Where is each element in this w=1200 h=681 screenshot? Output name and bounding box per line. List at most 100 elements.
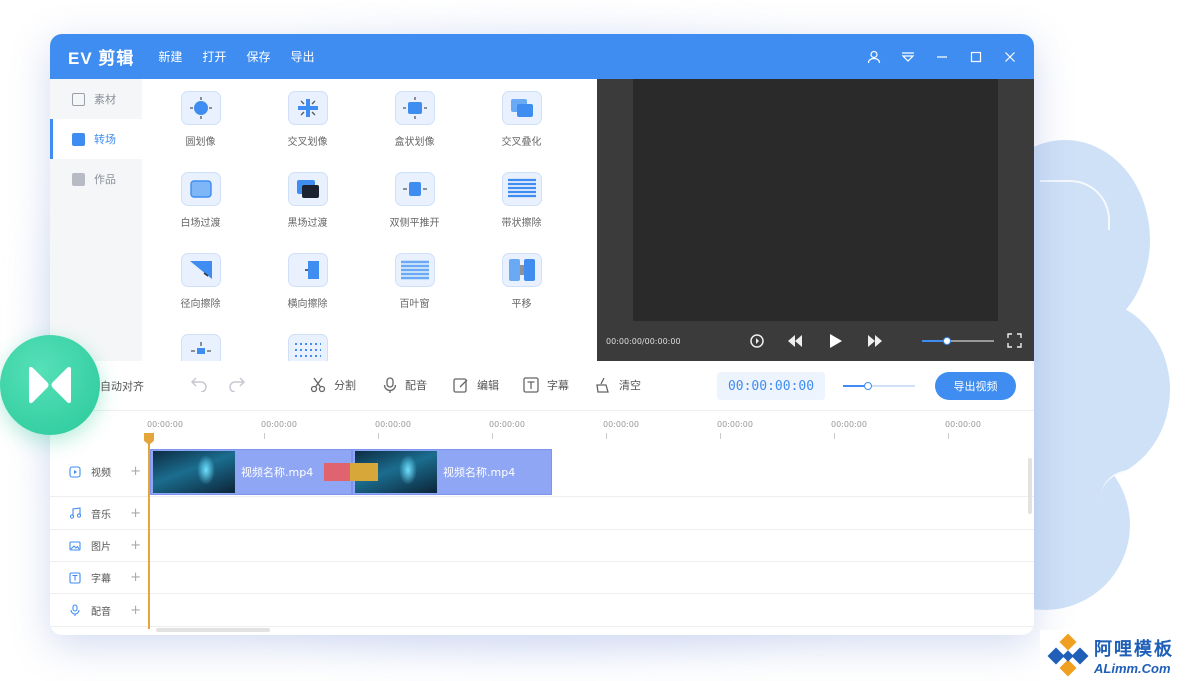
timeline-ruler[interactable]: 00:00:00 00:00:00 00:00:00 00:00:00 00:0… bbox=[145, 411, 1034, 446]
track-video: 视频 + 视频名称.mp4 视频名称.mp4 bbox=[50, 447, 1034, 497]
sidebar-item-label: 素材 bbox=[94, 93, 116, 106]
ruler-label: 00:00:00 bbox=[489, 420, 525, 429]
ruler-tick bbox=[606, 433, 607, 439]
ruler-label: 00:00:00 bbox=[261, 420, 297, 429]
preview-screen bbox=[633, 79, 998, 321]
track-label: 图片 bbox=[91, 542, 111, 553]
music-icon bbox=[69, 507, 81, 519]
transition-pan[interactable]: 平移 bbox=[468, 253, 575, 334]
app-title: EV 剪辑 bbox=[68, 49, 135, 68]
minimize-icon[interactable] bbox=[932, 47, 952, 67]
transition-icon bbox=[72, 132, 85, 146]
ruler-label: 00:00:00 bbox=[717, 420, 753, 429]
transition-cross-wipe[interactable]: 交叉划像 bbox=[254, 91, 361, 172]
dub-button[interactable]: 配音 bbox=[383, 377, 427, 393]
transition-blinds[interactable]: 百叶窗 bbox=[361, 253, 468, 334]
play-icon[interactable] bbox=[829, 333, 843, 349]
transition-marker[interactable] bbox=[350, 463, 378, 481]
track-header: 字幕 + bbox=[50, 570, 145, 585]
volume-slider[interactable] bbox=[922, 337, 994, 345]
transition-box-wipe[interactable]: 盒状划像 bbox=[361, 91, 468, 172]
video-clip[interactable]: 视频名称.mp4 bbox=[150, 449, 352, 495]
zoom-slider[interactable] bbox=[843, 382, 915, 390]
maximize-icon[interactable] bbox=[966, 47, 986, 67]
clip-name: 视频名称.mp4 bbox=[241, 466, 314, 479]
transition-item[interactable] bbox=[147, 334, 254, 361]
circle-wipe-icon bbox=[180, 91, 221, 125]
menu-open[interactable]: 打开 bbox=[202, 48, 226, 65]
replay-icon[interactable] bbox=[749, 333, 765, 349]
band-wipe-icon bbox=[501, 172, 542, 206]
add-music-button[interactable]: + bbox=[130, 506, 141, 521]
auto-align-toggle[interactable]: 自动对齐 bbox=[100, 378, 144, 394]
video-clip[interactable]: 视频名称.mp4 bbox=[352, 449, 552, 495]
menu-new[interactable]: 新建 bbox=[158, 48, 182, 65]
ruler-tick bbox=[834, 433, 835, 439]
edit-label: 编辑 bbox=[477, 379, 499, 392]
ruler-tick bbox=[264, 433, 265, 439]
transition-circle-wipe[interactable]: 圆划像 bbox=[147, 91, 254, 172]
subtitle-button[interactable]: 字幕 bbox=[523, 377, 569, 393]
user-icon[interactable] bbox=[864, 47, 884, 67]
dub-label: 配音 bbox=[405, 379, 427, 392]
blinds-icon bbox=[394, 253, 435, 287]
close-icon[interactable] bbox=[1000, 47, 1020, 67]
transition-item[interactable] bbox=[254, 334, 361, 361]
sidebar-item-transition[interactable]: 转场 bbox=[50, 119, 142, 159]
push-center-icon bbox=[180, 334, 221, 361]
track-music: 音乐 + bbox=[50, 497, 1034, 530]
cross-dissolve-icon bbox=[501, 91, 542, 125]
transition-label: 交叉叠化 bbox=[501, 137, 542, 148]
transition-radial-wipe[interactable]: 径向擦除 bbox=[147, 253, 254, 334]
edit-icon bbox=[453, 378, 468, 393]
fast-forward-icon[interactable] bbox=[867, 334, 883, 348]
transition-label: 黑场过渡 bbox=[287, 218, 328, 229]
sidebar-item-material[interactable]: 素材 bbox=[50, 79, 142, 119]
transition-horizontal-wipe[interactable]: 横向擦除 bbox=[254, 253, 361, 334]
timeline-hscrollbar[interactable] bbox=[156, 628, 270, 632]
add-image-button[interactable]: + bbox=[130, 538, 141, 553]
sidebar: 素材 转场 作品 bbox=[50, 79, 142, 361]
transition-double-push[interactable]: 双侧平推开 bbox=[361, 172, 468, 253]
timeline-vscrollbar[interactable] bbox=[1028, 458, 1032, 514]
sidebar-item-works[interactable]: 作品 bbox=[50, 159, 142, 199]
playhead-line[interactable] bbox=[148, 433, 150, 629]
undo-button[interactable] bbox=[190, 376, 216, 392]
edit-button[interactable]: 编辑 bbox=[453, 377, 499, 393]
split-button[interactable]: 分割 bbox=[310, 377, 356, 393]
watermark-text: 阿哩模板 ALimm.Com bbox=[1094, 635, 1174, 676]
volume-knob[interactable] bbox=[943, 337, 951, 345]
export-video-button[interactable]: 导出视频 bbox=[935, 372, 1016, 400]
rewind-icon[interactable] bbox=[787, 334, 803, 348]
auto-align-label: 自动对齐 bbox=[100, 380, 144, 393]
track-dub: 配音 + bbox=[50, 594, 1034, 627]
track-header: 配音 + bbox=[50, 603, 145, 618]
watermark-logo-icon bbox=[1046, 633, 1090, 678]
transition-black-fade[interactable]: 黑场过渡 bbox=[254, 172, 361, 253]
add-subtitle-button[interactable]: + bbox=[130, 570, 141, 585]
add-video-button[interactable]: + bbox=[130, 464, 141, 479]
timeline-tracks: 视频 + 视频名称.mp4 视频名称.mp4 音乐 + 图片 + 字幕 + 配音… bbox=[50, 447, 1034, 635]
menu-save[interactable]: 保存 bbox=[246, 48, 270, 65]
track-header: 图片 + bbox=[50, 538, 145, 553]
fullscreen-icon[interactable] bbox=[1007, 333, 1022, 348]
transition-marker[interactable] bbox=[324, 463, 352, 481]
skin-icon[interactable] bbox=[898, 47, 918, 67]
transition-label: 百叶窗 bbox=[399, 299, 430, 310]
ruler-label: 00:00:00 bbox=[603, 420, 639, 429]
transition-cross-dissolve[interactable]: 交叉叠化 bbox=[468, 91, 575, 172]
transition-white-fade[interactable]: 白场过渡 bbox=[147, 172, 254, 253]
clip-thumbnail bbox=[153, 451, 235, 493]
track-label: 配音 bbox=[91, 606, 111, 618]
watermark-en: ALimm.Com bbox=[1094, 661, 1171, 676]
sidebar-item-label: 转场 bbox=[94, 133, 116, 146]
mic-icon bbox=[383, 377, 397, 393]
add-dub-button[interactable]: + bbox=[130, 603, 141, 618]
menu-export[interactable]: 导出 bbox=[290, 48, 314, 65]
transition-grid: 圆划像 交叉划像 盒状划像 交叉叠化 白场过渡 黑场过渡 双侧平推开 带状擦除 … bbox=[142, 79, 597, 361]
transition-band-wipe[interactable]: 带状擦除 bbox=[468, 172, 575, 253]
redo-button[interactable] bbox=[228, 376, 254, 392]
clear-button[interactable]: 清空 bbox=[595, 377, 641, 393]
zoom-knob[interactable] bbox=[864, 382, 872, 390]
app-logo-badge bbox=[0, 335, 100, 435]
